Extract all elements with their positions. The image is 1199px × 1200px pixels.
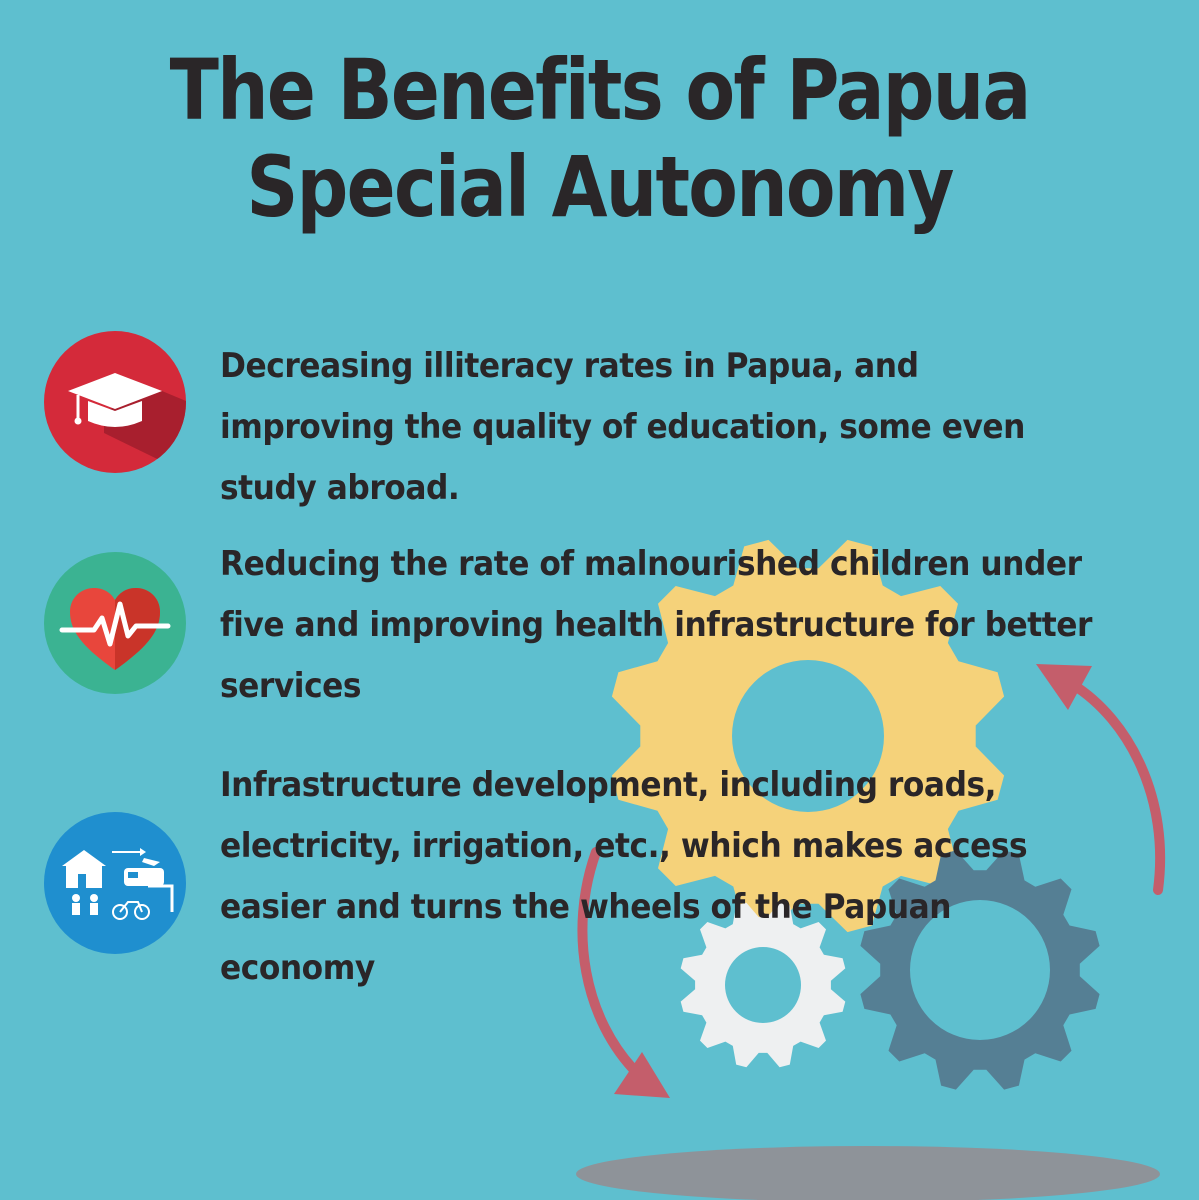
benefit-education-text: Decreasing illiteracy rates in Papua, an… (220, 346, 1025, 508)
benefit-infrastructure-text: Infrastructure development, including ro… (220, 765, 1028, 988)
benefit-health-text: Reducing the rate of malnourished childr… (220, 544, 1093, 706)
floor-shadow (576, 1146, 1160, 1200)
